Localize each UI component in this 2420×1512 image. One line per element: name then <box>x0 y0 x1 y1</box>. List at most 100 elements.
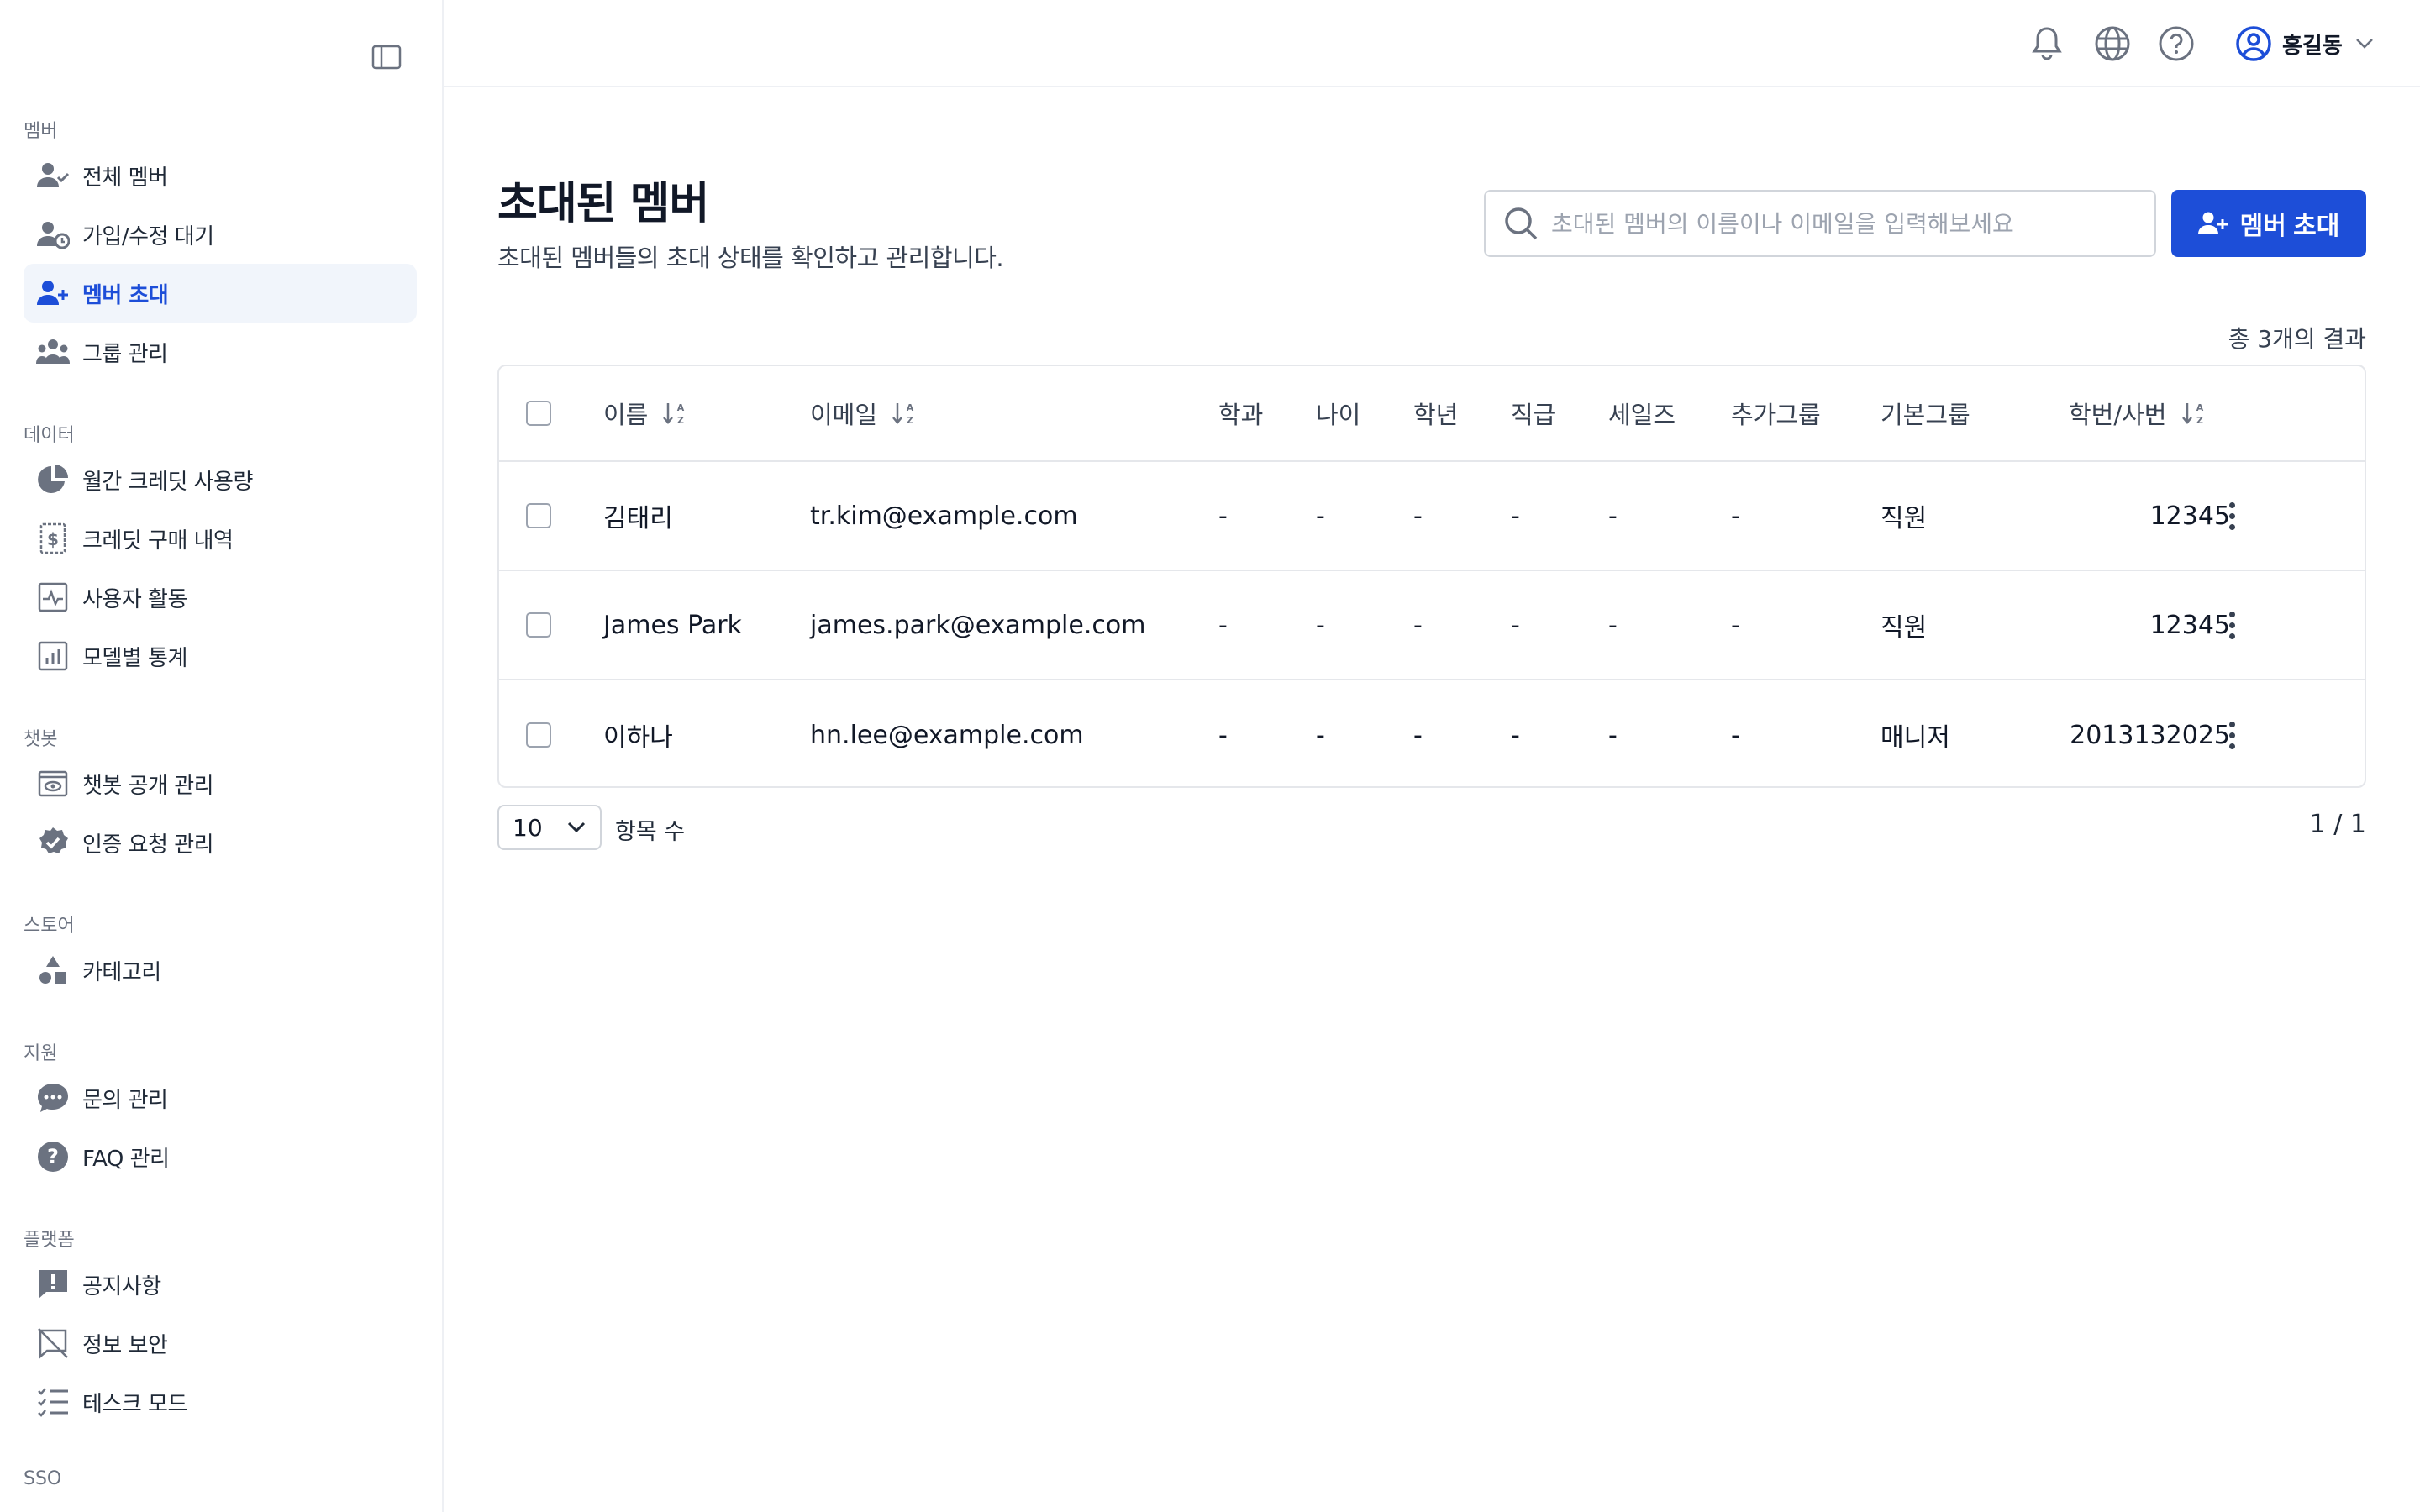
sidebar-item-pending[interactable]: 가입/수정 대기 <box>24 205 417 264</box>
more-vertical-icon[interactable] <box>2215 600 2249 650</box>
page-size-select[interactable]: 10 <box>497 805 602 850</box>
cell-position: - <box>1511 501 1520 531</box>
sidebar-item-security[interactable]: 정보 보안 <box>24 1314 417 1373</box>
column-header-email: 이메일 <box>810 401 878 429</box>
section-label-member: 멤버 <box>24 121 58 142</box>
bell-icon[interactable] <box>2028 25 2065 62</box>
result-count: 총 3개의 결과 <box>2228 325 2366 353</box>
sidebar-item-model-stats[interactable]: 모델별 통계 <box>24 627 417 685</box>
column-header-extra-group: 추가그룹 <box>1731 401 1821 429</box>
svg-text:A: A <box>907 402 914 413</box>
column-header-base-group: 기본그룹 <box>1881 401 1970 429</box>
user-name: 홍길동 <box>2282 33 2343 59</box>
receipt-dollar-icon: $ <box>34 519 72 558</box>
sort-icon[interactable]: AZ <box>892 400 918 427</box>
sidebar-item-label: 가입/수정 대기 <box>82 223 214 249</box>
sidebar-item-label: 테스크 모드 <box>82 1391 187 1417</box>
sidebar: 멤버 전체 멤버 가입/수정 대기 멤버 초대 그룹 관리 데이터 월간 크레딧… <box>0 0 444 1512</box>
cell-extra-group: - <box>1731 501 1740 531</box>
column-header-grade: 학년 <box>1413 401 1459 429</box>
sidebar-item-credit-purchase[interactable]: $ 크레딧 구매 내역 <box>24 509 417 568</box>
row-checkbox[interactable] <box>526 503 551 528</box>
column-header-id-number: 학번/사번 <box>2069 401 2167 429</box>
chat-bubble-icon <box>34 1079 72 1117</box>
cell-sales: - <box>1608 501 1618 531</box>
sidebar-item-notice[interactable]: 공지사항 <box>24 1255 417 1314</box>
sidebar-toggle-icon[interactable] <box>368 42 405 72</box>
section-label-store: 스토어 <box>24 916 75 937</box>
sidebar-item-category[interactable]: 카테고리 <box>24 941 417 1000</box>
column-header-dept: 학과 <box>1218 401 1264 429</box>
pagination-indicator: 1 / 1 <box>2309 810 2366 839</box>
pie-chart-icon <box>34 460 72 499</box>
sidebar-item-label: 월간 크레딧 사용량 <box>82 469 253 495</box>
sort-icon[interactable]: AZ <box>663 400 688 427</box>
column-header-sales: 세일즈 <box>1608 401 1676 429</box>
select-all-checkbox[interactable] <box>526 401 551 426</box>
cell-email: hn.lee@example.com <box>810 720 1084 750</box>
svg-text:A: A <box>2196 402 2203 413</box>
sidebar-item-label: 멤버 초대 <box>82 282 169 308</box>
more-vertical-icon[interactable] <box>2215 710 2249 760</box>
sort-icon[interactable]: AZ <box>2181 400 2207 427</box>
svg-text:?: ? <box>47 1145 59 1168</box>
more-vertical-icon[interactable] <box>2215 491 2249 541</box>
group-icon <box>34 333 72 371</box>
search-box[interactable] <box>1484 190 2156 257</box>
cell-grade: - <box>1413 610 1423 640</box>
cell-name: 이하나 <box>603 723 673 753</box>
sidebar-item-label: 챗봇 공개 관리 <box>82 773 214 799</box>
members-table: 이름 AZ 이메일 AZ 학과 나이 학년 직급 세일즈 추가그룹 기본그룹 학… <box>497 365 2366 788</box>
cell-base-group: 직원 <box>1881 504 1928 533</box>
svg-text:$: $ <box>47 529 59 549</box>
table-row[interactable]: 이하나 hn.lee@example.com - - - - - - 매니저 2013132025 <box>499 680 2365 786</box>
cell-sales: - <box>1608 720 1618 750</box>
sidebar-item-verification[interactable]: 인증 요청 관리 <box>24 813 417 872</box>
cell-age: - <box>1316 501 1325 531</box>
activity-icon <box>34 578 72 617</box>
user-plus-icon <box>2197 210 2228 237</box>
checklist-icon <box>34 1383 72 1421</box>
sidebar-item-invite[interactable]: 멤버 초대 <box>24 264 417 323</box>
svg-text:A: A <box>677 402 685 413</box>
invite-member-button[interactable]: 멤버 초대 <box>2171 190 2366 257</box>
table-row[interactable]: James Park james.park@example.com - - - - - - 직원… <box>499 571 2365 680</box>
sidebar-item-inquiry[interactable]: 문의 관리 <box>24 1068 417 1127</box>
sidebar-item-label: 정보 보안 <box>82 1332 168 1358</box>
question-circle-icon: ? <box>34 1137 72 1176</box>
sidebar-item-task-mode[interactable]: 테스크 모드 <box>24 1373 417 1431</box>
table-header-row: 이름 AZ 이메일 AZ 학과 나이 학년 직급 세일즈 추가그룹 기본그룹 학… <box>499 366 2365 462</box>
sidebar-item-label: 크레딧 구매 내역 <box>82 528 234 554</box>
user-menu[interactable]: 홍길동 <box>2235 24 2375 64</box>
cell-dept: - <box>1218 501 1228 531</box>
cell-dept: - <box>1218 720 1228 750</box>
chevron-down-icon <box>566 821 587 834</box>
row-checkbox[interactable] <box>526 722 551 748</box>
svg-text:Z: Z <box>2196 415 2203 426</box>
top-bar: 홍길동 <box>444 0 2420 87</box>
table-row[interactable]: 김태리 tr.kim@example.com - - - - - - 직원 12345 <box>499 462 2365 571</box>
sidebar-item-faq[interactable]: ? FAQ 관리 <box>24 1127 417 1186</box>
sidebar-item-groups[interactable]: 그룹 관리 <box>24 323 417 381</box>
cell-name: 김태리 <box>603 504 673 533</box>
search-icon <box>1502 205 1539 242</box>
section-label-support: 지원 <box>24 1043 58 1064</box>
invite-button-label: 멤버 초대 <box>2239 213 2340 240</box>
sidebar-item-monthly-credit[interactable]: 월간 크레딧 사용량 <box>24 450 417 509</box>
sidebar-item-label: 전체 멤버 <box>82 165 168 191</box>
column-header-position: 직급 <box>1511 401 1556 429</box>
cell-position: - <box>1511 720 1520 750</box>
users-check-icon <box>34 156 72 195</box>
globe-icon[interactable] <box>2094 25 2131 62</box>
cell-email: tr.kim@example.com <box>810 501 1078 531</box>
help-icon[interactable] <box>2158 25 2195 62</box>
sidebar-item-chatbot-public[interactable]: 챗봇 공개 관리 <box>24 754 417 813</box>
section-label-chatbot: 챗봇 <box>24 729 58 750</box>
chevron-down-icon <box>2354 37 2375 50</box>
sidebar-item-all-members[interactable]: 전체 멤버 <box>24 146 417 205</box>
row-checkbox[interactable] <box>526 612 551 638</box>
announcement-icon <box>34 1265 72 1304</box>
sidebar-item-user-activity[interactable]: 사용자 활동 <box>24 568 417 627</box>
page-subtitle: 초대된 멤버들의 초대 상태를 확인하고 관리합니다. <box>497 244 1004 272</box>
search-input[interactable] <box>1551 209 2139 238</box>
